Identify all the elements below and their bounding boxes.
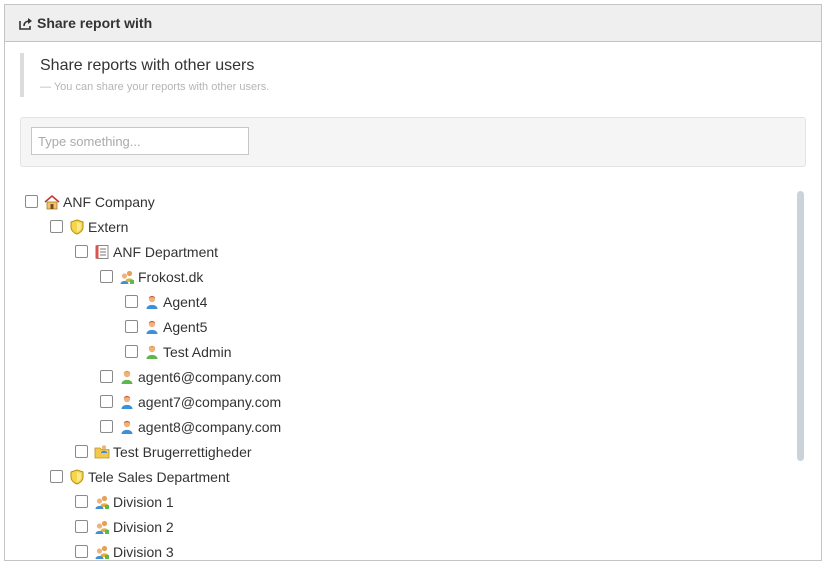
group-icon bbox=[94, 519, 110, 535]
user-icon bbox=[119, 394, 135, 410]
tree-item-label: agent6@company.com bbox=[138, 368, 282, 385]
tree-item-label: Division 1 bbox=[113, 493, 174, 510]
shield-icon bbox=[69, 468, 85, 485]
group-icon bbox=[94, 544, 110, 560]
tree-item[interactable]: agent7@company.com bbox=[100, 389, 281, 414]
tree-item-label: ANF Department bbox=[113, 243, 219, 260]
share-report-panel: Share report with Share reports with oth… bbox=[4, 4, 822, 561]
tree-item[interactable]: Division 1 bbox=[75, 489, 174, 514]
tree-item-label: Frokost.dk bbox=[138, 268, 204, 285]
folder-user-icon bbox=[94, 444, 110, 460]
info-callout: Share reports with other users — You can… bbox=[20, 53, 440, 97]
user-tree: ANF Company Extern ANF Department Frokost.d… bbox=[5, 185, 795, 560]
tree-item-checkbox[interactable] bbox=[25, 195, 38, 208]
tree-item[interactable]: agent6@company.com bbox=[100, 364, 281, 389]
tree-item[interactable]: Tele Sales Department bbox=[50, 464, 230, 489]
tree-item-checkbox[interactable] bbox=[50, 470, 63, 483]
tree-item[interactable]: agent8@company.com bbox=[100, 414, 281, 439]
tree-item-checkbox[interactable] bbox=[100, 370, 113, 383]
tree-item[interactable]: Division 3 bbox=[75, 539, 174, 560]
tree-item-label: Extern bbox=[88, 218, 129, 235]
tree-item-checkbox[interactable] bbox=[50, 220, 63, 233]
house-icon bbox=[44, 194, 60, 210]
tree-item-label: agent8@company.com bbox=[138, 418, 282, 435]
tree-item-label: agent7@company.com bbox=[138, 393, 282, 410]
tree-item-checkbox[interactable] bbox=[100, 395, 113, 408]
callout-subtitle: — You can share your reports with other … bbox=[40, 81, 270, 93]
tree-item-checkbox[interactable] bbox=[75, 445, 88, 458]
callout-title: Share reports with other users bbox=[40, 57, 255, 74]
tree-item-checkbox[interactable] bbox=[100, 420, 113, 433]
tree-item[interactable]: Test Brugerrettigheder bbox=[75, 439, 252, 464]
tree-item-checkbox[interactable] bbox=[75, 245, 88, 258]
group-icon bbox=[94, 494, 110, 510]
tree-item-checkbox[interactable] bbox=[75, 495, 88, 508]
admin-user-icon bbox=[144, 344, 160, 360]
tree-item[interactable]: Agent4 bbox=[125, 289, 207, 314]
tree-item-checkbox[interactable] bbox=[100, 270, 113, 283]
tree-item[interactable]: Division 2 bbox=[75, 514, 174, 539]
share-icon bbox=[19, 17, 33, 30]
tree-item-checkbox[interactable] bbox=[125, 295, 138, 308]
tree-item-label: ANF Company bbox=[63, 193, 155, 210]
user-icon bbox=[144, 319, 160, 335]
tree-item[interactable]: ANF Department bbox=[75, 239, 218, 264]
tree-item-checkbox[interactable] bbox=[75, 545, 88, 558]
tree-item-label: Test Admin bbox=[163, 343, 232, 360]
panel-header: Share report with bbox=[5, 5, 821, 42]
tree-item-checkbox[interactable] bbox=[125, 345, 138, 358]
notebook-icon bbox=[94, 244, 110, 260]
panel-title: Share report with bbox=[37, 15, 153, 31]
admin-user-icon bbox=[119, 369, 135, 385]
tree-item-label: Tele Sales Department bbox=[88, 468, 230, 485]
tree-item[interactable]: Agent5 bbox=[125, 314, 207, 339]
tree-item-label: Division 2 bbox=[113, 518, 174, 535]
tree-item-label: Test Brugerrettigheder bbox=[113, 443, 252, 460]
tree-item-label: Agent5 bbox=[163, 318, 208, 335]
tree-item-checkbox[interactable] bbox=[75, 520, 88, 533]
tree-scrollbar[interactable] bbox=[797, 191, 804, 461]
shield-icon bbox=[69, 218, 85, 235]
user-icon bbox=[119, 419, 135, 435]
tree-item[interactable]: Test Admin bbox=[125, 339, 231, 364]
tree-item[interactable]: Extern bbox=[50, 214, 128, 239]
search-well bbox=[20, 117, 806, 167]
search-input[interactable] bbox=[31, 127, 249, 155]
tree-item-label: Agent4 bbox=[163, 293, 208, 310]
group-icon bbox=[119, 269, 135, 285]
tree-item-checkbox[interactable] bbox=[125, 320, 138, 333]
tree-item[interactable]: ANF Company bbox=[25, 189, 155, 214]
user-icon bbox=[144, 294, 160, 310]
tree-item-label: Division 3 bbox=[113, 543, 174, 560]
tree-item[interactable]: Frokost.dk bbox=[100, 264, 203, 289]
